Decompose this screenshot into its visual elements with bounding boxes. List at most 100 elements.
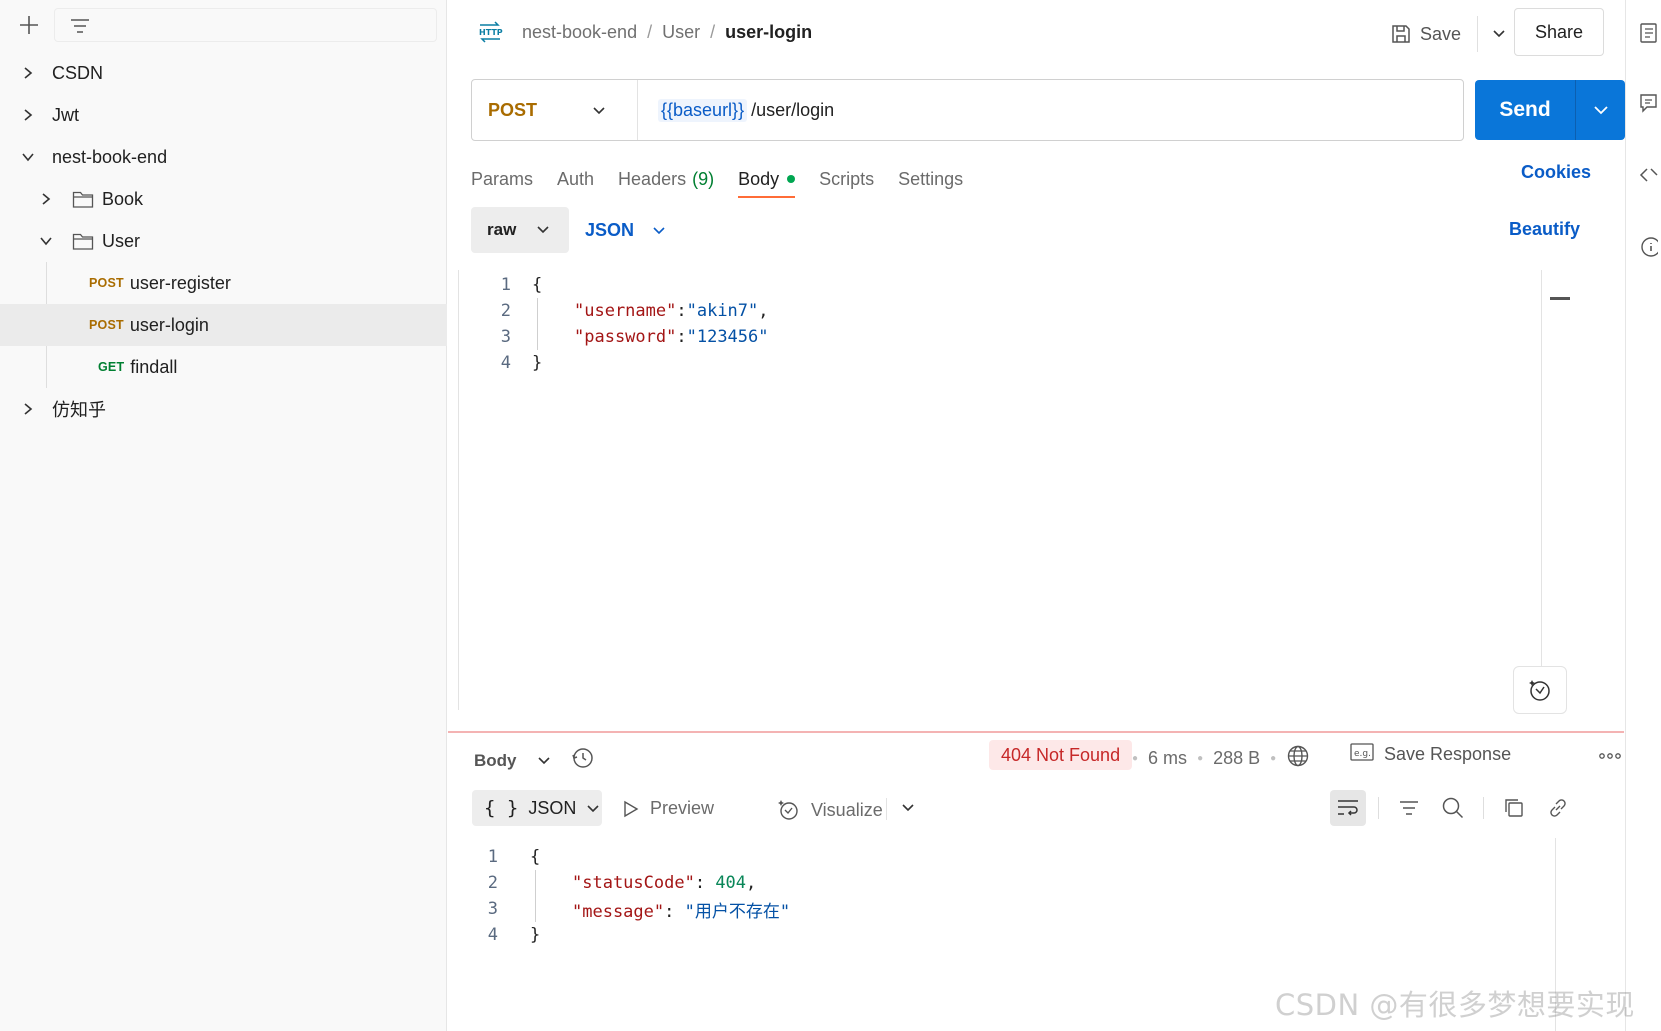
status-badge[interactable]: 404 Not Found	[989, 740, 1133, 770]
breadcrumb-item[interactable]: User	[662, 22, 700, 43]
cookies-link[interactable]: Cookies	[1521, 162, 1591, 183]
documentation-icon[interactable]	[1638, 22, 1658, 49]
chevron-down-icon	[18, 147, 38, 167]
tree-item-book[interactable]: Book	[0, 178, 447, 220]
code-line: 3 "password":"123456"	[459, 324, 769, 350]
svg-text:e.g.: e.g.	[1354, 749, 1371, 759]
visualize-button[interactable]: Visualize	[777, 798, 883, 822]
code-text: "password":"123456"	[574, 327, 769, 347]
json-key: "statusCode"	[572, 873, 695, 893]
tab-label: Params	[471, 168, 534, 189]
response-tools	[1330, 790, 1576, 826]
panel-divider[interactable]	[448, 731, 1624, 733]
filter-field[interactable]	[54, 8, 437, 42]
tab-body[interactable]: Body	[738, 160, 796, 198]
tree-item-label: 仿知乎	[52, 400, 106, 420]
body-language-select[interactable]: JSON	[585, 207, 666, 253]
json-value: "123456"	[686, 327, 769, 347]
visualize-options-button[interactable]	[886, 798, 915, 820]
filter-icon	[69, 16, 91, 41]
chevron-down-icon	[533, 220, 553, 240]
response-header: Body 404 Not Found ● 6 ms ● 288 B ● e.g.…	[472, 740, 1621, 775]
code-icon[interactable]	[1638, 164, 1658, 191]
json-key: "message"	[572, 901, 665, 922]
tree-item-nest-book-end[interactable]: nest-book-end	[0, 136, 447, 178]
sidebar: CSDN Jwt nest-book-end Book User POST us…	[0, 0, 447, 1031]
response-time[interactable]: 6 ms	[1148, 748, 1187, 769]
editor-scrollbar[interactable]	[1541, 270, 1561, 710]
response-format-select[interactable]: { } JSON	[472, 790, 602, 826]
info-icon[interactable]	[1638, 236, 1661, 263]
json-key: "password"	[574, 327, 677, 347]
chevron-down-icon	[36, 231, 56, 251]
more-options-button[interactable]	[1598, 746, 1622, 771]
save-button[interactable]: Save	[1378, 16, 1473, 52]
url-variable[interactable]: {{baseurl}}	[658, 98, 748, 122]
tab-scripts[interactable]: Scripts	[819, 160, 874, 198]
method-select[interactable]: POST	[472, 80, 638, 140]
tab-headers[interactable]: Headers (9)	[618, 160, 714, 198]
json-key: "username"	[574, 301, 677, 321]
link-icon	[1550, 799, 1566, 817]
link-button[interactable]	[1540, 790, 1576, 826]
save-options-button[interactable]	[1482, 16, 1516, 52]
search-button[interactable]	[1435, 790, 1471, 826]
indent-guide	[535, 870, 536, 922]
tab-auth[interactable]: Auth	[557, 160, 594, 198]
save-group: Save	[1378, 16, 1516, 52]
tree-item-zhihu[interactable]: 仿知乎	[0, 388, 447, 430]
ai-assist-button[interactable]	[1513, 666, 1567, 714]
response-size[interactable]: 288 B	[1213, 748, 1260, 769]
divider	[1483, 797, 1484, 819]
body-mode-select[interactable]: raw	[471, 207, 569, 253]
separator-dot: ●	[1132, 753, 1139, 764]
copy-button[interactable]	[1496, 790, 1532, 826]
request-body-editor[interactable]: 1 { 2 "username":"akin7", 3 "password":"…	[458, 270, 1571, 710]
send-button[interactable]: Send	[1475, 98, 1575, 122]
tree-item-findall[interactable]: GET findall	[0, 346, 447, 388]
sparkle-icon	[1529, 680, 1550, 701]
chevron-down-icon	[1593, 106, 1608, 115]
history-icon[interactable]	[571, 746, 595, 775]
new-item-button[interactable]	[16, 12, 42, 38]
tree-item-label: findall	[130, 356, 178, 377]
save-response-button[interactable]: e.g. Save Response	[1350, 742, 1511, 767]
tree-item-user-register[interactable]: POST user-register	[0, 262, 447, 304]
visualize-icon	[778, 800, 798, 820]
chevron-right-icon	[18, 105, 38, 125]
send-options-button[interactable]	[1576, 105, 1625, 115]
code-text: "message": "用户不存在"	[572, 901, 791, 922]
save-response-label: Save Response	[1384, 744, 1512, 764]
svg-text:HTTP: HTTP	[479, 28, 503, 37]
response-body-tab[interactable]: Body	[474, 746, 595, 775]
globe-icon[interactable]	[1286, 744, 1310, 773]
request-panel: HTTP nest-book-end / User / user-login S…	[448, 0, 1625, 1031]
share-button[interactable]: Share	[1514, 8, 1604, 56]
tab-params[interactable]: Params	[471, 160, 533, 198]
response-format-value: JSON	[528, 797, 577, 818]
code-line: 1 {	[459, 272, 543, 298]
tree-item-jwt[interactable]: Jwt	[0, 94, 447, 136]
url-input[interactable]: {{baseurl}} /user/login	[638, 98, 834, 122]
line-number: 1	[487, 847, 498, 867]
filter-button[interactable]	[1391, 790, 1427, 826]
line-number: 2	[500, 301, 511, 321]
tree-item-csdn[interactable]: CSDN	[0, 52, 447, 94]
tree-item-user[interactable]: User	[0, 220, 447, 262]
example-icon: e.g.	[1350, 742, 1374, 767]
preview-button[interactable]: Preview	[622, 798, 714, 819]
chevron-down-icon	[537, 751, 551, 771]
tree-item-label: user-login	[129, 314, 209, 335]
comments-icon[interactable]	[1638, 92, 1658, 119]
wrap-icon	[1338, 800, 1358, 816]
wrap-lines-button[interactable]	[1330, 790, 1366, 826]
beautify-button[interactable]: Beautify	[1509, 219, 1580, 240]
copy-icon	[1505, 799, 1523, 817]
breadcrumb-item[interactable]: nest-book-end	[522, 22, 637, 43]
chevron-down-icon	[586, 798, 600, 819]
tree-item-label: CSDN	[52, 62, 104, 83]
save-icon	[1392, 25, 1410, 43]
tree-item-user-login[interactable]: POST user-login	[0, 304, 447, 346]
breadcrumb-current[interactable]: user-login	[725, 22, 812, 43]
tab-settings[interactable]: Settings	[898, 160, 963, 198]
